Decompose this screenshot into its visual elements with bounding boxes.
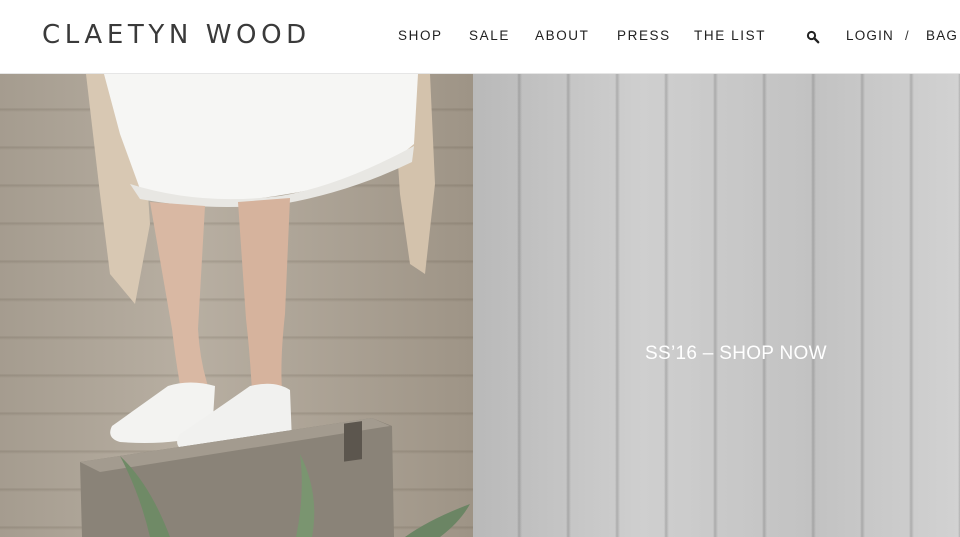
nav-item-shop[interactable]: SHOP (398, 28, 443, 43)
shop-now-link[interactable]: SS’16 – SHOP NOW (645, 343, 827, 365)
hero-photo-illustration (80, 74, 470, 537)
brand-logo[interactable]: CLAETYN WOOD (42, 20, 311, 50)
nav-item-sale[interactable]: SALE (469, 28, 510, 43)
nav-item-about[interactable]: ABOUT (535, 28, 590, 43)
account-separator: / (905, 28, 909, 43)
hero-banner: SS’16 – SHOP NOW (0, 74, 960, 537)
search-icon[interactable] (806, 30, 820, 44)
hero-image-right[interactable] (473, 74, 960, 537)
site-header: CLAETYN WOOD SHOP SALE ABOUT PRESS THE L… (0, 0, 960, 74)
login-link[interactable]: LOGIN (846, 28, 894, 43)
nav-item-press[interactable]: PRESS (617, 28, 671, 43)
hero-image-left[interactable] (0, 74, 473, 537)
nav-item-the-list[interactable]: THE LIST (694, 28, 766, 43)
bag-link[interactable]: BAG (926, 28, 958, 43)
